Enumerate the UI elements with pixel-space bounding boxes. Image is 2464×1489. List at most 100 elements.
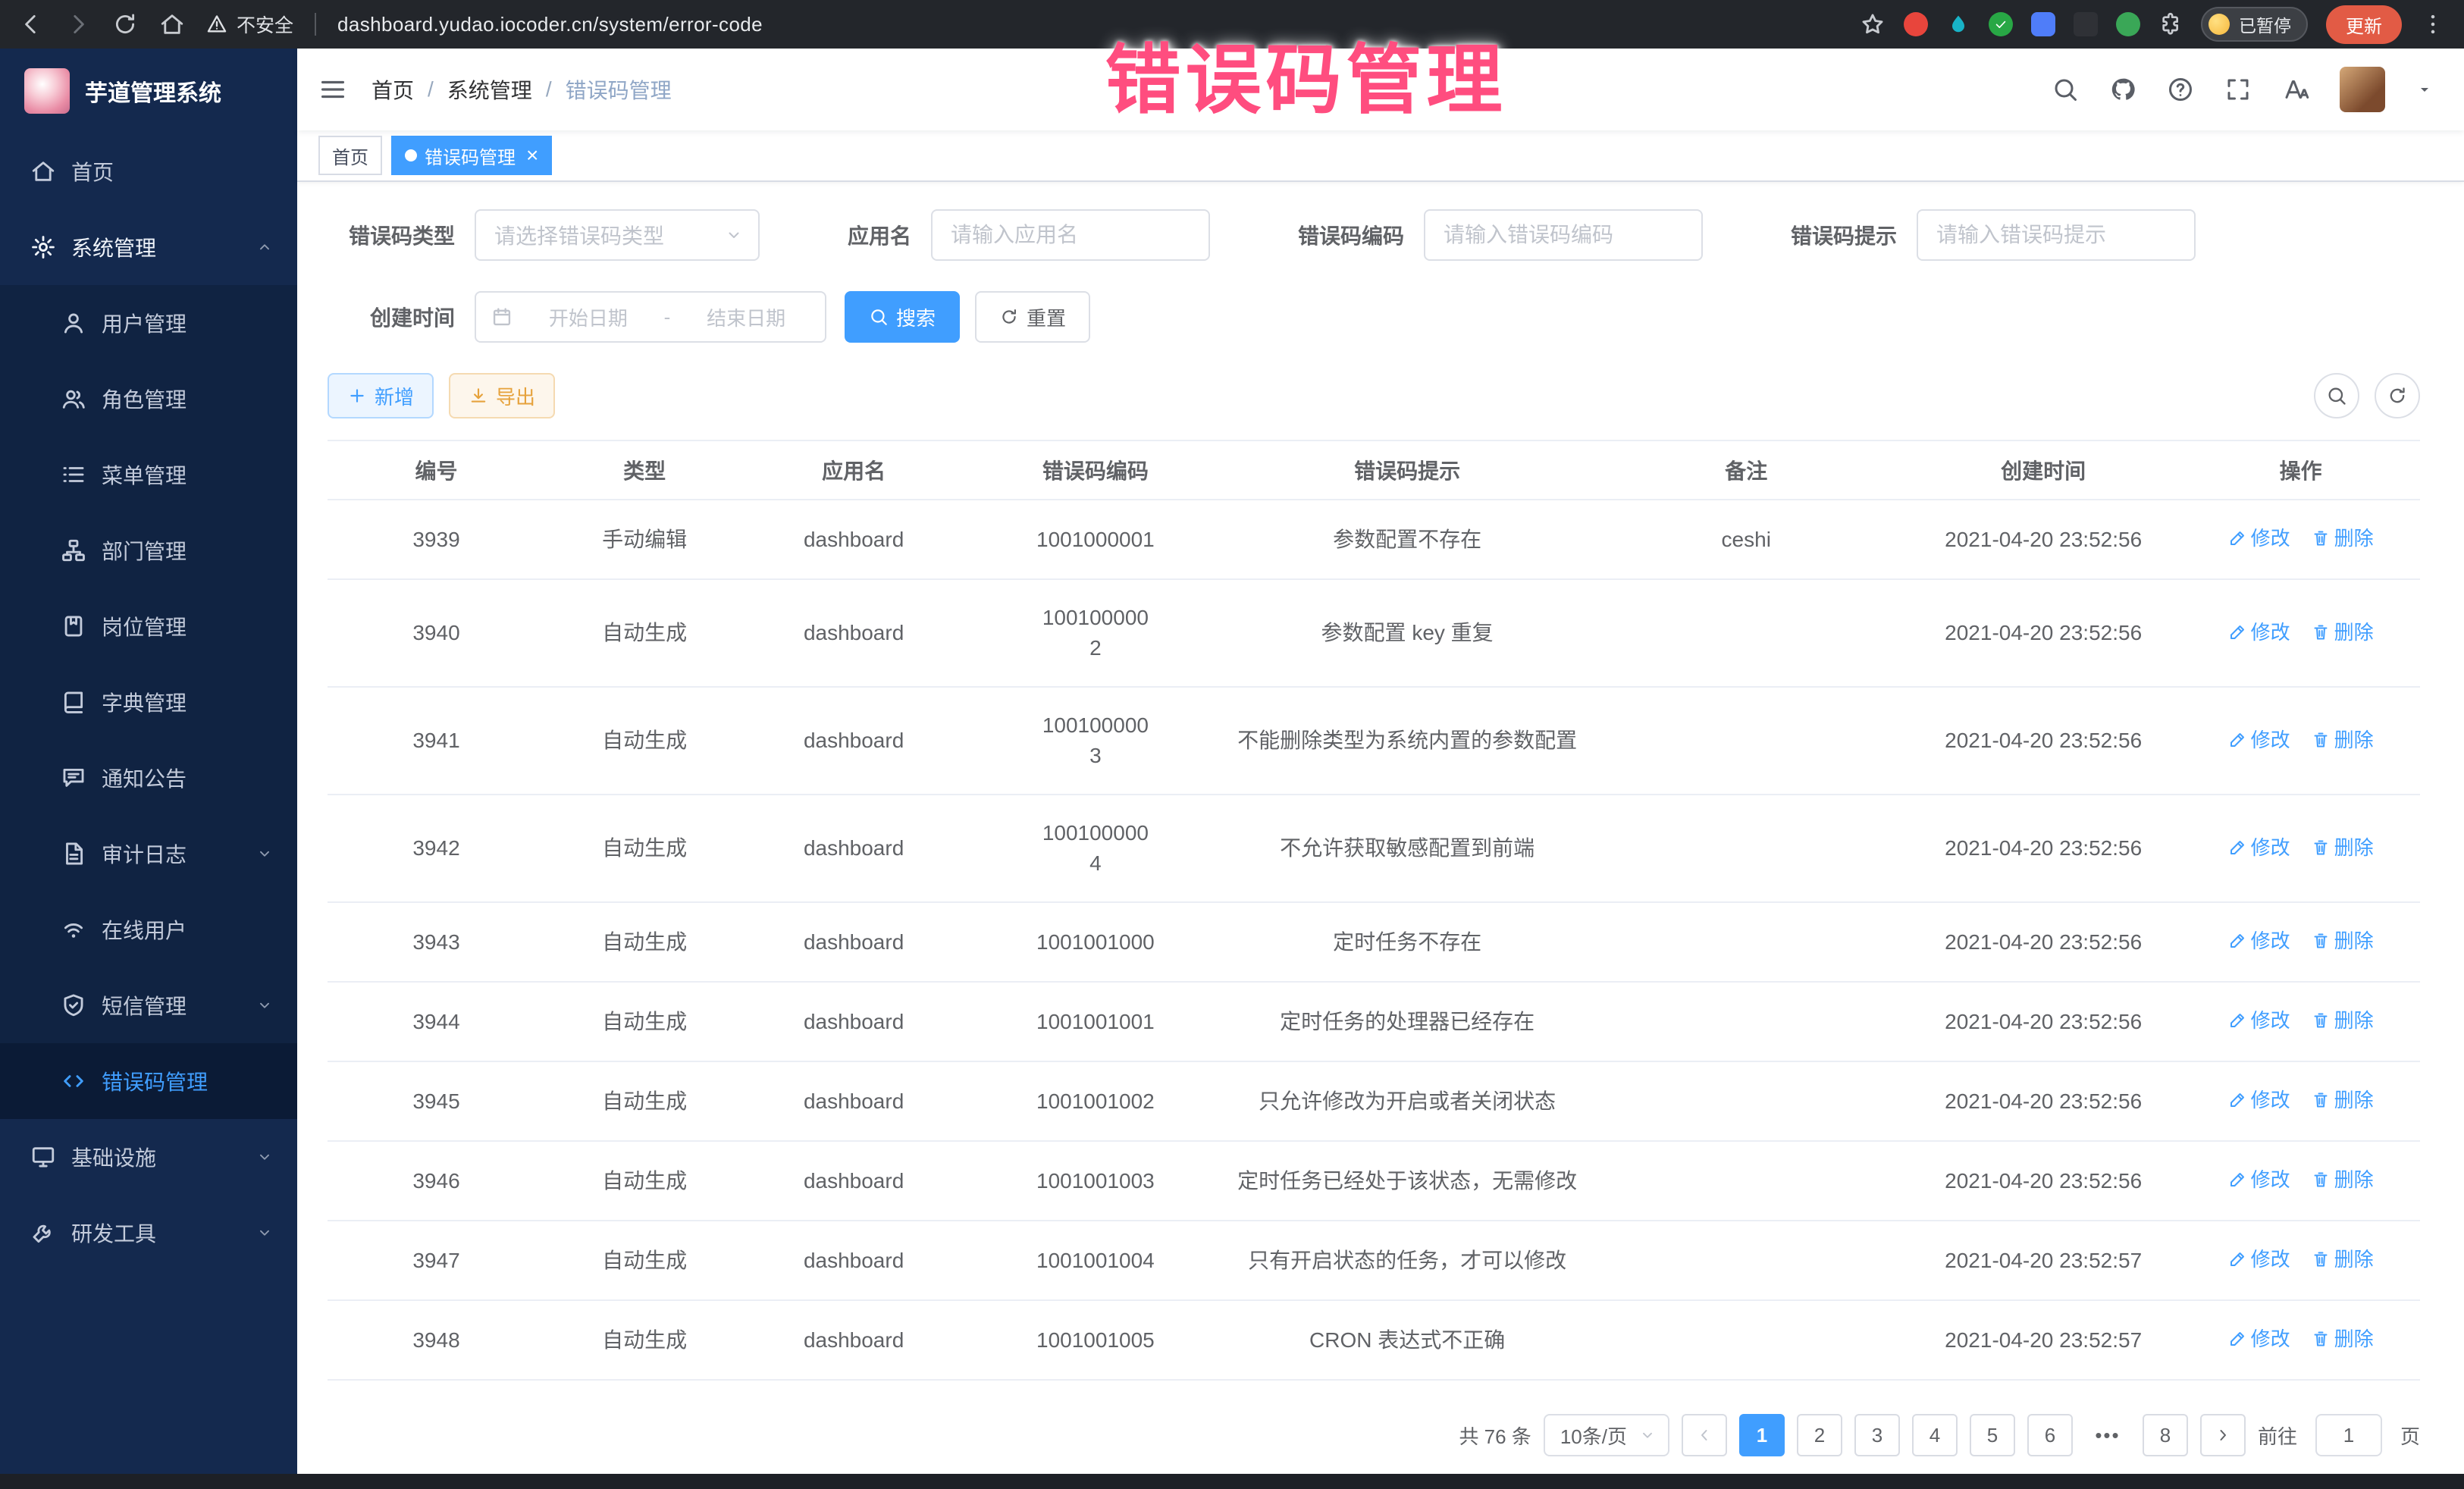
extension-icon[interactable] bbox=[2116, 12, 2140, 36]
app-logo[interactable]: 芋道管理系统 bbox=[0, 49, 297, 133]
extensions-puzzle-icon[interactable] bbox=[2158, 12, 2183, 36]
date-range-picker[interactable]: 开始日期 - 结束日期 bbox=[475, 291, 826, 343]
edit-link[interactable]: 修改 bbox=[2228, 1085, 2290, 1115]
search-icon[interactable] bbox=[2052, 76, 2079, 103]
edit-link[interactable]: 修改 bbox=[2228, 1324, 2290, 1354]
extension-icon[interactable] bbox=[2074, 12, 2098, 36]
extension-icon[interactable] bbox=[1946, 12, 1970, 36]
cell-time: 2021-04-20 23:52:57 bbox=[1905, 1221, 2181, 1300]
font-size-icon[interactable] bbox=[2282, 76, 2309, 103]
delete-link[interactable]: 删除 bbox=[2312, 1005, 2374, 1036]
edit-link[interactable]: 修改 bbox=[2228, 523, 2290, 553]
update-button[interactable]: 更新 bbox=[2326, 5, 2402, 44]
sidebar-item-audit-log[interactable]: 审计日志 bbox=[0, 816, 297, 892]
extension-icon[interactable] bbox=[1904, 12, 1928, 36]
delete-link[interactable]: 删除 bbox=[2312, 725, 2374, 755]
kebab-menu-icon[interactable] bbox=[2420, 11, 2446, 37]
sidebar-item-notice[interactable]: 通知公告 bbox=[0, 740, 297, 816]
pagination-page-8[interactable]: 8 bbox=[2143, 1414, 2188, 1456]
profile-chip[interactable]: 已暂停 bbox=[2201, 7, 2308, 42]
edit-link[interactable]: 修改 bbox=[2228, 725, 2290, 755]
delete-link[interactable]: 删除 bbox=[2312, 1244, 2374, 1274]
export-button[interactable]: 导出 bbox=[449, 373, 555, 418]
edit-link[interactable]: 修改 bbox=[2228, 1244, 2290, 1274]
delete-link[interactable]: 删除 bbox=[2312, 832, 2374, 863]
chevron-down-icon bbox=[256, 1224, 273, 1241]
browser-home-icon[interactable] bbox=[159, 11, 185, 37]
hamburger-icon[interactable] bbox=[318, 75, 347, 104]
forward-icon[interactable] bbox=[65, 11, 91, 37]
caret-down-icon[interactable] bbox=[2415, 80, 2434, 99]
sidebar-item-infra[interactable]: 基础设施 bbox=[0, 1119, 297, 1195]
breadcrumb-system[interactable]: 系统管理 bbox=[447, 74, 532, 105]
close-icon[interactable]: × bbox=[526, 145, 538, 166]
edit-link[interactable]: 修改 bbox=[2228, 832, 2290, 863]
pagination-more-button[interactable]: ••• bbox=[2085, 1414, 2130, 1456]
delete-link[interactable]: 删除 bbox=[2312, 1165, 2374, 1195]
chevron-down-icon bbox=[725, 226, 743, 244]
sidebar-item-dept-mgmt[interactable]: 部门管理 bbox=[0, 513, 297, 588]
active-tab-dot bbox=[405, 149, 417, 161]
error-code-input[interactable] bbox=[1424, 209, 1703, 261]
announce-icon bbox=[61, 765, 86, 791]
pagination-page-2[interactable]: 2 bbox=[1797, 1414, 1842, 1456]
url-text[interactable]: dashboard.yudao.iocoder.cn/system/error-… bbox=[337, 13, 763, 36]
search-toggle-button[interactable] bbox=[2314, 373, 2359, 418]
delete-link[interactable]: 删除 bbox=[2312, 1085, 2374, 1115]
app-name-input[interactable] bbox=[931, 209, 1210, 261]
filter-app-label: 应用名 bbox=[848, 220, 911, 250]
sidebar-item-post-mgmt[interactable]: 岗位管理 bbox=[0, 588, 297, 664]
back-icon[interactable] bbox=[18, 11, 44, 37]
sidebar-item-menu-mgmt[interactable]: 菜单管理 bbox=[0, 437, 297, 513]
cell-code: 1001001000 bbox=[964, 902, 1227, 982]
tab-home[interactable]: 首页 bbox=[318, 136, 382, 175]
sidebar-item-user-mgmt[interactable]: 用户管理 bbox=[0, 285, 297, 361]
refresh-button[interactable] bbox=[2375, 373, 2420, 418]
edit-link[interactable]: 修改 bbox=[2228, 1005, 2290, 1036]
edit-link[interactable]: 修改 bbox=[2228, 617, 2290, 647]
cell-time: 2021-04-20 23:52:57 bbox=[1905, 1300, 2181, 1380]
tab-error-code[interactable]: 错误码管理 × bbox=[391, 136, 552, 175]
security-chip[interactable]: 不安全 bbox=[206, 11, 293, 38]
delete-icon bbox=[2312, 1250, 2330, 1268]
pagination-page-5[interactable]: 5 bbox=[1970, 1414, 2015, 1456]
sidebar-item-error-code[interactable]: 错误码管理 bbox=[0, 1043, 297, 1119]
delete-link[interactable]: 删除 bbox=[2312, 523, 2374, 553]
add-button[interactable]: 新增 bbox=[328, 373, 434, 418]
sidebar-item-system[interactable]: 系统管理 bbox=[0, 209, 297, 285]
sidebar-item-home[interactable]: 首页 bbox=[0, 133, 297, 209]
error-type-select[interactable]: 请选择错误码类型 bbox=[475, 209, 760, 261]
delete-link[interactable]: 删除 bbox=[2312, 1324, 2374, 1354]
sidebar-item-sms-mgmt[interactable]: 短信管理 bbox=[0, 967, 297, 1043]
pagination-page-1[interactable]: 1 bbox=[1739, 1414, 1785, 1456]
sidebar-item-label: 首页 bbox=[71, 156, 273, 187]
github-icon[interactable] bbox=[2109, 76, 2136, 103]
reload-icon[interactable] bbox=[112, 11, 138, 37]
pagination-page-4[interactable]: 4 bbox=[1912, 1414, 1958, 1456]
delete-link[interactable]: 删除 bbox=[2312, 617, 2374, 647]
page-size-select[interactable]: 10条/页 bbox=[1544, 1414, 1669, 1456]
search-button[interactable]: 搜索 bbox=[845, 291, 960, 343]
delete-link[interactable]: 删除 bbox=[2312, 926, 2374, 956]
reset-button[interactable]: 重置 bbox=[975, 291, 1090, 343]
fullscreen-icon[interactable] bbox=[2224, 76, 2252, 103]
sidebar-item-role-mgmt[interactable]: 角色管理 bbox=[0, 361, 297, 437]
extension-icon[interactable] bbox=[1989, 12, 2013, 36]
cell-hint: 只允许修改为开启或者关闭状态 bbox=[1227, 1061, 1588, 1141]
sidebar-item-dict-mgmt[interactable]: 字典管理 bbox=[0, 664, 297, 740]
edit-link[interactable]: 修改 bbox=[2228, 1165, 2290, 1195]
bookmark-star-icon[interactable] bbox=[1860, 11, 1886, 37]
avatar[interactable] bbox=[2340, 67, 2385, 112]
extension-icon[interactable] bbox=[2031, 12, 2055, 36]
edit-link[interactable]: 修改 bbox=[2228, 926, 2290, 956]
goto-page-input[interactable] bbox=[2315, 1414, 2382, 1456]
pagination-page-3[interactable]: 3 bbox=[1854, 1414, 1900, 1456]
pagination-page-6[interactable]: 6 bbox=[2027, 1414, 2073, 1456]
help-icon[interactable] bbox=[2167, 76, 2194, 103]
pagination-next-button[interactable] bbox=[2200, 1414, 2246, 1456]
pagination-prev-button[interactable] bbox=[1682, 1414, 1727, 1456]
sidebar-item-online-user[interactable]: 在线用户 bbox=[0, 892, 297, 967]
error-hint-input[interactable] bbox=[1917, 209, 2196, 261]
breadcrumb-home[interactable]: 首页 bbox=[371, 74, 414, 105]
sidebar-item-dev-tools[interactable]: 研发工具 bbox=[0, 1195, 297, 1271]
